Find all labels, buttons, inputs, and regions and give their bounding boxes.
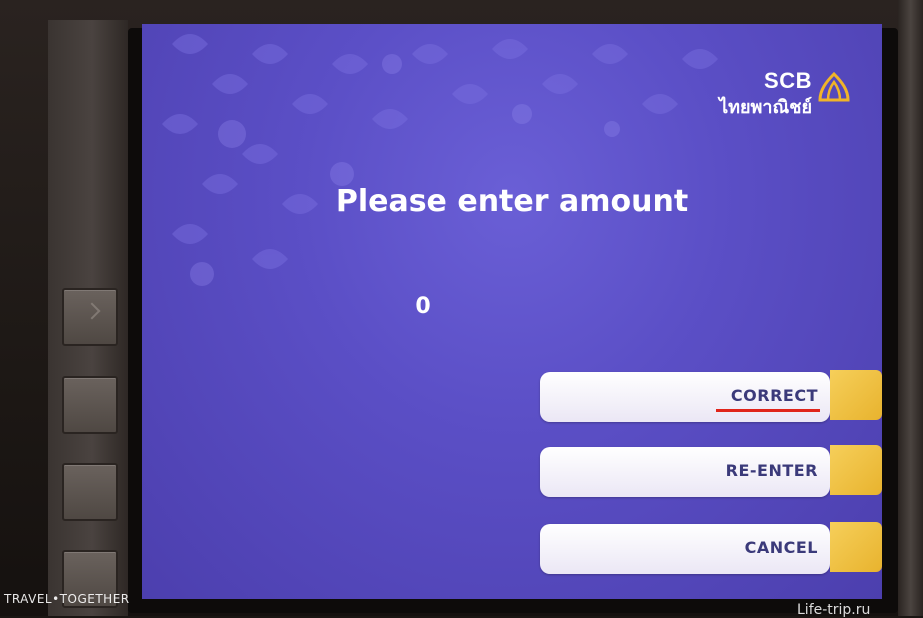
page-title: Please enter amount <box>335 184 689 219</box>
side-key-3[interactable] <box>62 463 118 521</box>
re-enter-key-tab-icon[interactable] <box>830 445 882 495</box>
highlight-underline <box>716 409 820 412</box>
correct-button-label: CORRECT <box>730 386 818 405</box>
brand-subtitle: ไทยพาณิชย์ <box>719 97 812 118</box>
scb-shell-logo-icon <box>818 71 850 102</box>
cancel-key-tab-icon[interactable] <box>830 522 882 572</box>
amount-value: 0 <box>415 294 431 319</box>
correct-button[interactable]: CORRECT <box>540 372 830 422</box>
re-enter-button-label: RE-ENTER <box>725 461 818 480</box>
brand-name: SCB <box>764 68 812 93</box>
side-key-2[interactable] <box>62 376 118 434</box>
watermark-left: TRAVEL•TOGETHER <box>4 592 130 606</box>
brand: SCB ไทยพาณิชย์ <box>719 68 852 121</box>
re-enter-button[interactable]: RE-ENTER <box>540 447 830 497</box>
cancel-button-label: CANCEL <box>744 538 818 557</box>
atm-screen: SCB ไทยพาณิชย์ Please enter amount 0 COR… <box>142 24 882 599</box>
side-key-1[interactable] <box>62 288 118 346</box>
right-bezel <box>898 0 923 616</box>
chevron-right-icon <box>83 302 101 320</box>
correct-key-tab-icon[interactable] <box>830 370 882 420</box>
cancel-button[interactable]: CANCEL <box>540 524 830 574</box>
